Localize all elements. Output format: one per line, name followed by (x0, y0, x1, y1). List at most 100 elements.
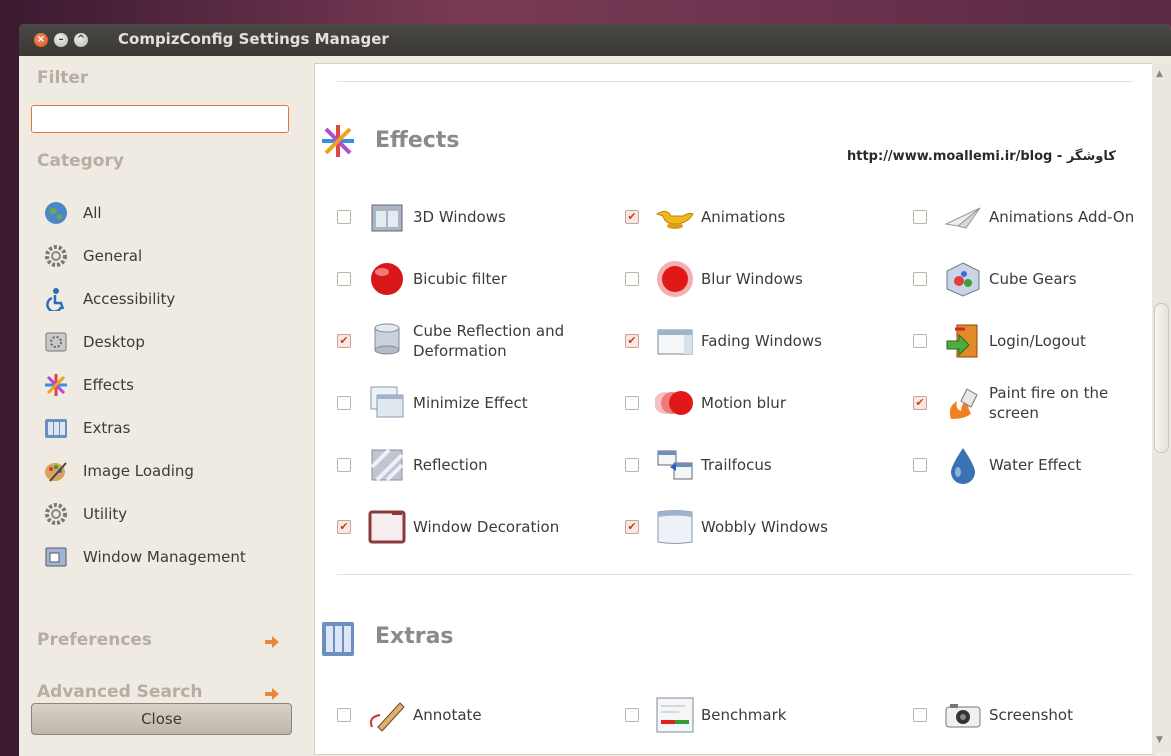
plugin-checkbox[interactable]: ✔ (337, 520, 351, 534)
plugin-annotate[interactable]: Annotate (337, 692, 583, 738)
category-item-desktop[interactable]: Desktop (43, 327, 145, 357)
plugin-name: Trailfocus (701, 456, 772, 474)
image-loading-icon (43, 458, 69, 484)
plugin-checkbox[interactable]: ✔ (625, 520, 639, 534)
window-management-icon (43, 544, 69, 570)
plugin-name: Wobbly Windows (701, 518, 828, 536)
plugin-water-effect[interactable]: Water Effect (913, 442, 1153, 488)
plugin-screenshot[interactable]: Screenshot (913, 692, 1153, 738)
plugin-wobbly-windows[interactable]: ✔ Wobbly Windows (625, 504, 871, 550)
plugin-name: Login/Logout (989, 332, 1086, 350)
plugin-name: Reflection (413, 456, 488, 474)
plugin-checkbox[interactable] (913, 272, 927, 286)
plugin-trailfocus[interactable]: Trailfocus (625, 442, 871, 488)
plugin-paint-fire[interactable]: ✔ Paint fire on the screen (913, 380, 1153, 426)
window-minimize-icon[interactable]: – (54, 33, 68, 47)
plugin-name: Cube Reflection and Deformation (413, 322, 565, 360)
plugin-name: Screenshot (989, 706, 1073, 724)
category-heading: Category (37, 151, 124, 171)
plugin-checkbox[interactable] (337, 396, 351, 410)
filter-input[interactable] (31, 105, 289, 133)
plugin-reflection[interactable]: Reflection (337, 442, 583, 488)
plugin-checkbox[interactable] (337, 210, 351, 224)
plugin-blur-windows[interactable]: Blur Windows (625, 256, 871, 302)
plugin-cube-gears[interactable]: Cube Gears (913, 256, 1153, 302)
category-item-general[interactable]: General (43, 241, 142, 271)
plugin-checkbox[interactable] (625, 458, 639, 472)
window-maximize-icon[interactable]: ^ (74, 33, 88, 47)
category-item-image-loading[interactable]: Image Loading (43, 456, 194, 486)
plugin-3d-windows[interactable]: 3D Windows (337, 194, 583, 240)
extras-icon (322, 622, 354, 656)
fading-window-icon (655, 321, 695, 361)
category-label: Accessibility (83, 290, 176, 308)
plugin-name: Benchmark (701, 706, 787, 724)
trailfocus-icon (655, 445, 695, 485)
water-drop-icon (943, 445, 983, 485)
fire-bucket-icon (943, 383, 983, 423)
advanced-search-link[interactable]: Advanced Search (37, 682, 202, 702)
category-item-all[interactable]: All (43, 198, 102, 228)
plugin-motion-blur[interactable]: Motion blur (625, 380, 871, 426)
plugin-name: Paint fire on the screen (989, 384, 1109, 422)
plugin-checkbox[interactable] (337, 458, 351, 472)
plugin-fading-windows[interactable]: ✔ Fading Windows (625, 318, 871, 364)
close-button[interactable]: Close (31, 703, 292, 735)
category-label: Image Loading (83, 462, 194, 480)
plugin-name: Water Effect (989, 456, 1082, 474)
plugin-animations-add-on[interactable]: Animations Add-On (913, 194, 1153, 240)
plugin-checkbox[interactable] (913, 210, 927, 224)
scroll-down-icon[interactable]: ▼ (1156, 735, 1163, 745)
scroll-up-icon[interactable]: ▲ (1156, 69, 1163, 79)
magic-lamp-icon (655, 197, 695, 237)
title-bar: × – ^ CompizConfig Settings Manager (19, 24, 1171, 56)
plugin-checkbox[interactable] (625, 272, 639, 286)
plugin-window-decoration[interactable]: ✔ Window Decoration (337, 504, 583, 550)
paper-plane-icon (943, 197, 983, 237)
category-label: Effects (83, 376, 134, 394)
plugin-name: Cube Gears (989, 270, 1077, 288)
category-item-accessibility[interactable]: Accessibility (43, 284, 175, 314)
plugin-animations[interactable]: ✔ Animations (625, 194, 871, 240)
plugin-checkbox[interactable] (913, 334, 927, 348)
wobbly-window-icon (655, 507, 695, 547)
advanced-search-arrow-icon[interactable] (265, 688, 279, 700)
plugin-checkbox[interactable] (337, 272, 351, 286)
plugin-benchmark[interactable]: Benchmark (625, 692, 871, 738)
preferences-link[interactable]: Preferences (37, 630, 152, 650)
plugin-checkbox[interactable] (337, 708, 351, 722)
vertical-scrollbar[interactable]: ▲ ▼ (1152, 63, 1171, 753)
category-item-effects[interactable]: Effects (43, 370, 134, 400)
window-close-icon[interactable]: × (34, 33, 48, 47)
plugin-checkbox[interactable] (913, 708, 927, 722)
plugin-cube-reflection[interactable]: ✔ Cube Reflection and Deformation (337, 318, 583, 364)
plugin-checkbox[interactable]: ✔ (625, 334, 639, 348)
plugin-bicubic-filter[interactable]: Bicubic filter (337, 256, 583, 302)
effects-icon (322, 125, 354, 157)
camera-icon (943, 695, 983, 735)
scrollbar-thumb[interactable] (1154, 303, 1169, 453)
desktop-icon (43, 329, 69, 355)
plugin-checkbox[interactable]: ✔ (625, 210, 639, 224)
plugin-name: Bicubic filter (413, 270, 507, 288)
plugin-checkbox[interactable] (913, 458, 927, 472)
cylinder-icon (367, 321, 407, 361)
plugin-checkbox[interactable] (625, 708, 639, 722)
plugin-checkbox[interactable]: ✔ (913, 396, 927, 410)
category-label: Utility (83, 505, 128, 523)
category-item-extras[interactable]: Extras (43, 413, 130, 443)
plugin-checkbox[interactable]: ✔ (337, 334, 351, 348)
extras-group-title: Extras (375, 624, 454, 649)
category-item-utility[interactable]: Utility (43, 499, 127, 529)
plugin-name: Blur Windows (701, 270, 803, 288)
plugin-checkbox[interactable] (625, 396, 639, 410)
red-sphere-icon (367, 259, 407, 299)
plugin-name: Fading Windows (701, 332, 822, 350)
plugin-minimize-effect[interactable]: Minimize Effect (337, 380, 583, 426)
plugin-login-logout[interactable]: Login/Logout (913, 318, 1153, 364)
plugin-name: Window Decoration (413, 518, 560, 536)
category-item-window-management[interactable]: Window Management (43, 542, 246, 572)
blurred-sphere-icon (655, 259, 695, 299)
preferences-arrow-icon[interactable] (265, 636, 279, 648)
category-label: Window Management (83, 548, 246, 566)
